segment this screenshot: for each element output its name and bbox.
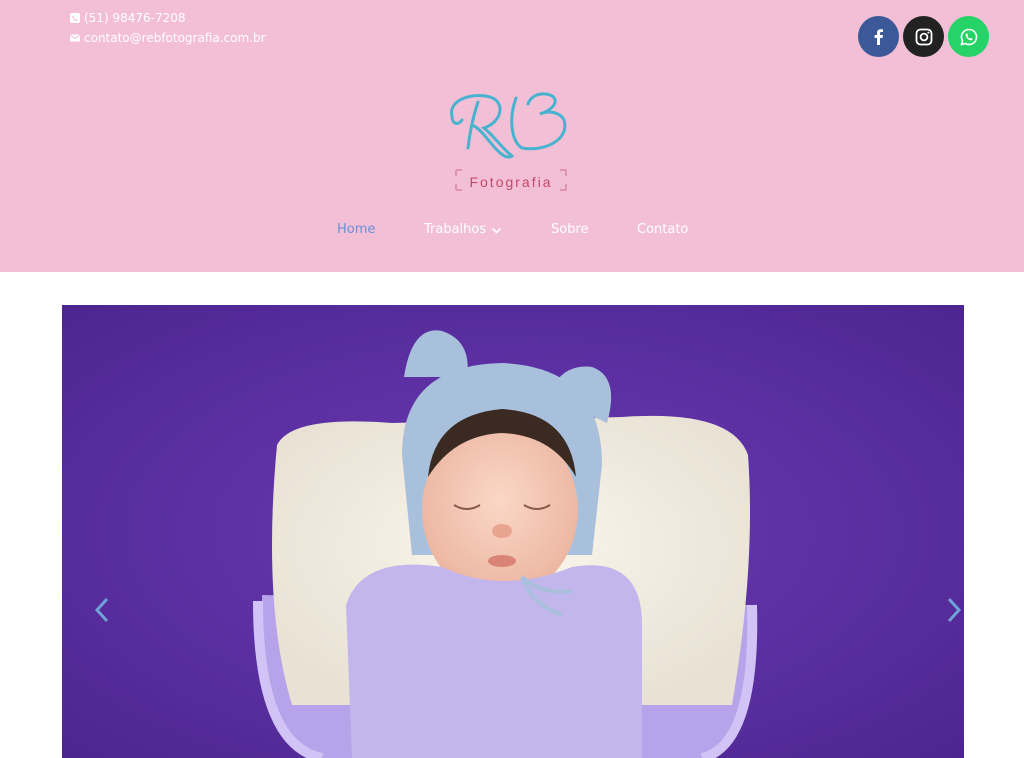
contact-info: (51) 98476-7208 contato@rebfotografia.co…: [70, 8, 266, 48]
nav-item-contato[interactable]: Contato: [637, 220, 688, 240]
phone-number: (51) 98476-7208: [84, 11, 186, 25]
chevron-left-icon: [94, 597, 109, 623]
facebook-button[interactable]: [858, 16, 899, 57]
site-logo[interactable]: Fotografia: [446, 90, 576, 194]
nav-item-trabalhos[interactable]: Trabalhos: [424, 220, 502, 240]
whatsapp-button[interactable]: [948, 16, 989, 57]
chevron-down-icon: [492, 227, 502, 234]
nav-item-label: Contato: [637, 222, 689, 237]
nav-item-label: Sobre: [551, 222, 589, 237]
main-nav: Home Trabalhos Sobre Contato: [0, 220, 1024, 240]
logo-mark: Fotografia: [450, 92, 567, 191]
prev-slide-button[interactable]: [92, 595, 112, 625]
social-links: [858, 16, 989, 57]
facebook-icon: [874, 28, 883, 45]
chevron-right-icon: [947, 597, 962, 623]
site-header: (51) 98476-7208 contato@rebfotografia.co…: [0, 0, 1024, 272]
nav-item-home[interactable]: Home: [337, 220, 375, 240]
nav-item-sobre[interactable]: Sobre: [551, 220, 589, 240]
phone-contact[interactable]: (51) 98476-7208: [70, 8, 266, 28]
logo-text: Fotografia: [469, 174, 552, 190]
nav-item-label: Home: [337, 222, 376, 237]
slide-image: [62, 305, 964, 758]
email-contact[interactable]: contato@rebfotografia.com.br: [70, 28, 266, 48]
email-address: contato@rebfotografia.com.br: [84, 31, 266, 45]
instagram-icon: [915, 28, 932, 45]
envelope-icon: [70, 34, 80, 42]
nav-item-label: Trabalhos: [424, 222, 487, 237]
phone-icon: [70, 13, 80, 23]
hero-slider[interactable]: [62, 305, 964, 758]
next-slide-button[interactable]: [944, 595, 964, 625]
whatsapp-icon: [959, 28, 977, 46]
instagram-button[interactable]: [903, 16, 944, 57]
